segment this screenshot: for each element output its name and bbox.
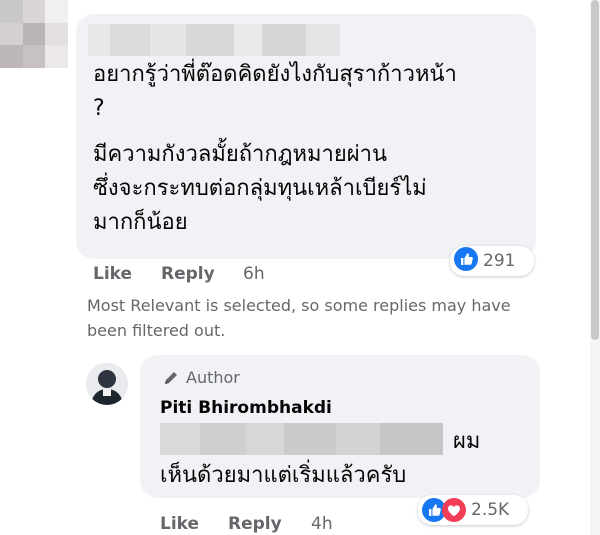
scrollbar-thumb[interactable] bbox=[591, 0, 599, 340]
commenter-name-blurred[interactable] bbox=[88, 24, 340, 56]
comment-line-4: ซึ่งจะกระทบต่อกลุ่มทุนเหล้าเบียร์ไม่ bbox=[93, 176, 427, 201]
reply-text-blurred bbox=[160, 423, 443, 455]
author-badge-label: Author bbox=[186, 368, 240, 387]
author-badge: Author bbox=[162, 368, 240, 387]
author-avatar[interactable] bbox=[86, 363, 128, 405]
reply-like-button[interactable]: Like bbox=[160, 514, 199, 534]
author-avatar-image bbox=[86, 363, 128, 405]
reply-text-line-2: เห็นด้วยมาแต่เริ่มแล้วครับ bbox=[160, 463, 407, 488]
comment-timestamp[interactable]: 6h bbox=[243, 264, 265, 284]
comment-line-5: มากก็น้อย bbox=[93, 210, 188, 235]
pencil-icon bbox=[162, 369, 180, 387]
reply-reaction-count: 2.5K bbox=[471, 500, 510, 520]
comment-line-2: ? bbox=[93, 96, 105, 121]
reply-text-line-1-end: ผม bbox=[453, 429, 481, 454]
filter-notice: Most Relevant is selected, so some repli… bbox=[87, 293, 587, 343]
filter-notice-line-1: Most Relevant is selected, so some repli… bbox=[87, 296, 511, 315]
reply-timestamp[interactable]: 4h bbox=[311, 514, 333, 534]
like-icon bbox=[454, 247, 478, 275]
reply-reply-button[interactable]: Reply bbox=[228, 514, 282, 534]
comment-like-button[interactable]: Like bbox=[93, 264, 132, 284]
comment-line-1: อยากรู้ว่าพี่ต๊อดคิดยังไงกับสุราก้าวหน้า bbox=[93, 62, 457, 87]
comment-reactions[interactable]: 291 bbox=[450, 246, 534, 276]
comment-line-3: มีความกังวลมั้ยถ้ากฎหมายผ่าน bbox=[93, 142, 388, 167]
reply-reactions[interactable]: 2.5K bbox=[418, 495, 528, 525]
reply-author-name[interactable]: Piti Bhirombhakdi bbox=[160, 398, 332, 418]
commenter-avatar-blurred[interactable] bbox=[0, 0, 68, 90]
comment-text: อยากรู้ว่าพี่ต๊อดคิดยังไงกับสุราก้าวหน้า… bbox=[93, 58, 457, 240]
filter-notice-line-2: been filtered out. bbox=[87, 321, 226, 340]
love-icon bbox=[442, 498, 466, 522]
comment-reaction-count: 291 bbox=[483, 251, 516, 271]
comment-reply-button[interactable]: Reply bbox=[161, 264, 215, 284]
